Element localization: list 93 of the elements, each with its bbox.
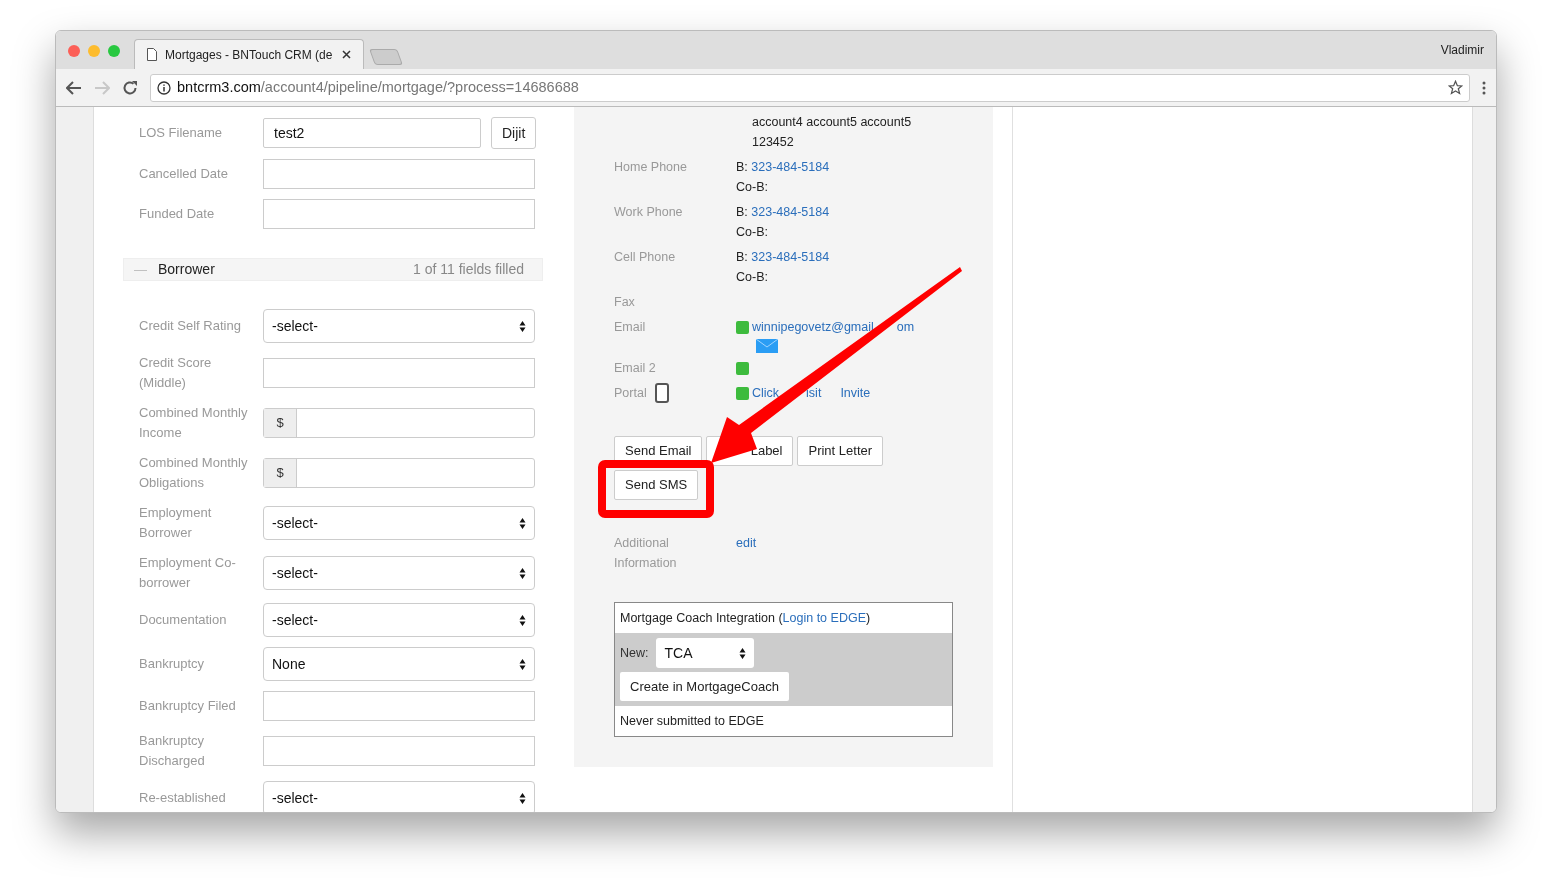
close-window-icon[interactable] bbox=[68, 45, 80, 57]
contact-label: Additional Information bbox=[614, 535, 678, 572]
field-label: Bankruptcy Discharged bbox=[139, 733, 205, 768]
section-title: Borrower bbox=[158, 260, 215, 279]
field-label: LOS Filename bbox=[139, 125, 223, 140]
invite-link[interactable]: Invite bbox=[840, 383, 871, 403]
back-icon[interactable] bbox=[66, 80, 82, 95]
field-label: Bankruptcy Filed bbox=[139, 698, 236, 713]
create-button[interactable]: Create in MortgageCoach bbox=[620, 672, 789, 701]
select-field[interactable]: -select- bbox=[263, 781, 535, 812]
url-text: bntcrm3.com/account4/pipeline/mortgage/?process=14686688 bbox=[177, 77, 579, 97]
contact-label: Email 2 bbox=[614, 360, 656, 377]
contact-label: Work Phone bbox=[614, 204, 683, 221]
co-borrower-label: Co-B: bbox=[736, 179, 769, 196]
field-label: Combined Monthly Income bbox=[139, 405, 248, 440]
contact-label: Email bbox=[614, 319, 646, 336]
star-icon[interactable] bbox=[1448, 80, 1463, 95]
email-link[interactable]: om bbox=[896, 320, 915, 334]
currency-field[interactable]: $ bbox=[263, 458, 535, 488]
coach-status: Never submitted to EDGE bbox=[619, 712, 765, 730]
text-field[interactable] bbox=[263, 358, 535, 388]
select-field[interactable]: -select- bbox=[263, 603, 535, 637]
phone-link[interactable]: 323-484-5184 bbox=[751, 205, 830, 219]
field-label: Cancelled Date bbox=[139, 166, 228, 181]
phone-link[interactable]: 323-484-5184 bbox=[751, 160, 830, 174]
contact-label: Fax bbox=[614, 294, 635, 311]
select-field[interactable]: -select- bbox=[263, 506, 535, 540]
field-label: Re-established bbox=[139, 790, 226, 805]
co-borrower-label: Co-B: bbox=[736, 224, 769, 241]
reload-icon[interactable] bbox=[122, 79, 138, 96]
text-field[interactable] bbox=[263, 159, 535, 189]
select-arrows-icon bbox=[519, 791, 526, 805]
phone-value: B: 323-484-5184 bbox=[736, 159, 830, 176]
field-label: Combined Monthly Obligations bbox=[139, 455, 248, 490]
phone-link[interactable]: 323-484-5184 bbox=[751, 250, 830, 264]
select-field[interactable]: TCA bbox=[656, 638, 755, 668]
close-icon[interactable] bbox=[342, 50, 351, 59]
text-field[interactable]: test2 bbox=[263, 118, 481, 148]
browser-tab[interactable]: Mortgages - BNTouch CRM (de bbox=[134, 39, 364, 69]
menu-icon[interactable] bbox=[1482, 80, 1486, 95]
contact-label: Cell Phone bbox=[614, 249, 676, 266]
field-label: Employment Co-borrower bbox=[139, 555, 236, 590]
field-label: Bankruptcy bbox=[139, 656, 205, 671]
address-line: 123452 bbox=[752, 134, 795, 151]
select-field[interactable]: -select- bbox=[263, 556, 535, 590]
select-arrows-icon bbox=[739, 646, 747, 660]
select-arrows-icon bbox=[519, 613, 526, 627]
co-borrower-label: Co-B: bbox=[736, 269, 769, 286]
contact-label: Portal bbox=[614, 385, 647, 402]
section-header[interactable]: — Borrower 1 of 11 fields filled bbox=[123, 258, 543, 281]
maximize-window-icon[interactable] bbox=[108, 45, 120, 57]
field-label: Employment Borrower bbox=[139, 505, 212, 540]
action-button[interactable]: Print Letter bbox=[797, 436, 884, 466]
currency-prefix: $ bbox=[264, 459, 297, 487]
select-arrows-icon bbox=[519, 657, 526, 671]
email-link[interactable]: winnipegovetz@gmail bbox=[752, 320, 874, 334]
coach-title: Mortgage Coach Integration (Login to EDGE) bbox=[615, 603, 952, 633]
section-summary: 1 of 11 fields filled bbox=[412, 260, 524, 279]
new-label: New: bbox=[620, 644, 649, 662]
select-arrows-icon bbox=[519, 566, 526, 580]
address-line: account4 account5 account5 bbox=[752, 114, 913, 131]
currency-field[interactable]: $ bbox=[263, 408, 535, 438]
select-arrows-icon bbox=[519, 319, 526, 333]
field-label: Funded Date bbox=[139, 206, 215, 221]
text-field[interactable] bbox=[263, 199, 535, 229]
field-label: Documentation bbox=[139, 612, 227, 627]
visit-link[interactable]: Click bbox=[752, 383, 780, 403]
visit-link[interactable]: isit bbox=[806, 383, 822, 403]
select-field[interactable]: -select- bbox=[263, 309, 535, 343]
edit-link[interactable]: edit bbox=[736, 533, 757, 573]
dijit-button[interactable]: Dijit bbox=[491, 117, 537, 149]
select-arrows-icon bbox=[519, 516, 526, 530]
forward-icon[interactable] bbox=[94, 80, 110, 95]
field-label: Credit Self Rating bbox=[139, 318, 241, 333]
action-button[interactable]: Send SMS bbox=[614, 470, 699, 500]
profile-name[interactable]: Vladimir bbox=[1440, 41, 1484, 59]
login-link[interactable]: Login to EDGE bbox=[782, 608, 866, 628]
tab-title: Mortgages - BNTouch CRM (de bbox=[165, 46, 334, 64]
currency-prefix: $ bbox=[264, 409, 297, 437]
text-field[interactable] bbox=[263, 691, 535, 721]
phone-value: B: 323-484-5184 bbox=[736, 249, 830, 266]
envelope-icon[interactable] bbox=[756, 339, 778, 353]
tablet-icon bbox=[654, 383, 669, 403]
info-icon[interactable] bbox=[157, 80, 171, 95]
text-field[interactable] bbox=[263, 736, 535, 766]
select-field[interactable]: None bbox=[263, 647, 535, 681]
field-label: Credit Score (Middle) bbox=[139, 355, 212, 390]
new-tab-button[interactable] bbox=[369, 49, 403, 65]
page-icon bbox=[147, 48, 157, 61]
contact-label: Home Phone bbox=[614, 159, 687, 176]
phone-value: B: 323-484-5184 bbox=[736, 204, 830, 221]
minimize-window-icon[interactable] bbox=[88, 45, 100, 57]
address-bar[interactable]: bntcrm3.com/account4/pipeline/mortgage/?process=14686688 bbox=[150, 73, 1470, 102]
